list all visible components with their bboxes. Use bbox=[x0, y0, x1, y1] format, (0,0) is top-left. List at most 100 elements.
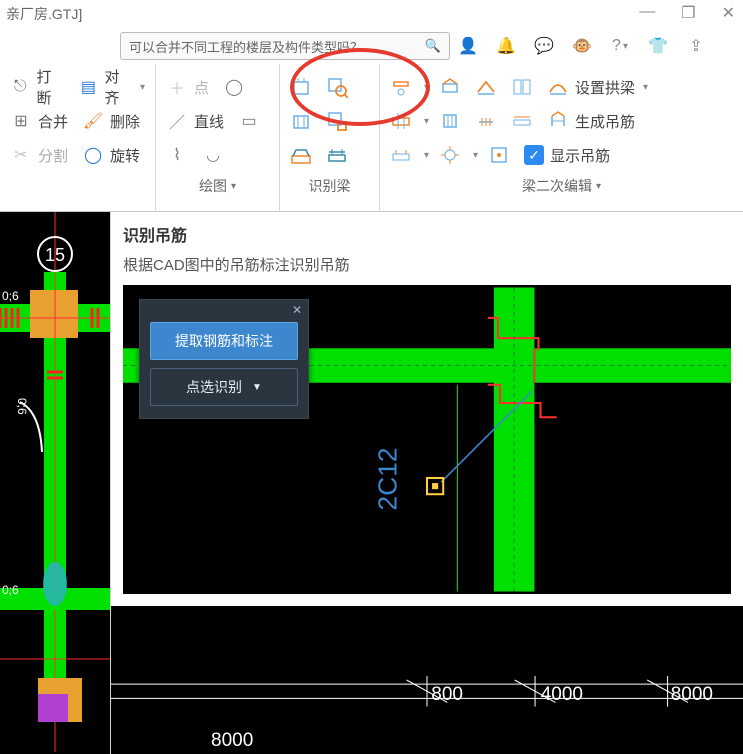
svg-text:2C12: 2C12 bbox=[373, 447, 403, 510]
title-bar: 亲厂房.GTJ] ― ❐ ✕ bbox=[0, 0, 743, 28]
ribbon-group-recognize-beam: 识别梁 bbox=[280, 64, 380, 211]
minimize-button[interactable]: ― bbox=[639, 3, 655, 23]
ribbon-group-draw: ＋ 点 ◯ ／ 直线 ▭ ⌇ ◡ 绘图▾ bbox=[156, 64, 280, 211]
dim-8000a: 8000 bbox=[671, 684, 713, 706]
gen-stirrup-label: 生成吊筋 bbox=[575, 111, 635, 132]
split-icon: ✂ bbox=[10, 144, 32, 166]
delete-label: 删除 bbox=[110, 111, 140, 132]
be-tool-6[interactable] bbox=[435, 106, 465, 136]
dim-4000: 4000 bbox=[541, 684, 583, 706]
export-icon[interactable]: ⇪ bbox=[686, 36, 706, 56]
rb-tool-5[interactable] bbox=[286, 140, 316, 170]
break-icon: ⎋ bbox=[10, 76, 30, 98]
rb-tool-4[interactable] bbox=[322, 106, 352, 136]
search-input[interactable]: 可以合并不同工程的楼层及构件类型吗？ 🔍 bbox=[120, 32, 450, 60]
bottom-cad-svg bbox=[111, 606, 743, 754]
filename-suffix: 亲厂房.GTJ] bbox=[6, 4, 82, 24]
restore-button[interactable]: ❐ bbox=[681, 3, 695, 23]
merge-button[interactable]: ⊞ 合并 bbox=[6, 108, 72, 134]
chat-icon[interactable]: 💬 bbox=[534, 36, 554, 56]
dim-8000b: 8000 bbox=[211, 730, 253, 752]
align-label: 对齐 bbox=[105, 66, 132, 108]
svg-text:0;6: 0;6 bbox=[15, 398, 29, 415]
merge-icon: ⊞ bbox=[10, 110, 32, 132]
be-tool-11[interactable] bbox=[484, 140, 514, 170]
user-icon[interactable]: 👤 bbox=[458, 36, 478, 56]
set-arch-button[interactable]: 设置拱梁▾ bbox=[543, 74, 652, 100]
arc-tool-button[interactable]: ◡ bbox=[198, 140, 228, 170]
point-recognize-button[interactable]: 点选识别 ▼ bbox=[150, 368, 298, 406]
be-tool-9[interactable] bbox=[386, 140, 416, 170]
gen-stirrup-button[interactable]: 生成吊筋 bbox=[543, 108, 639, 134]
svg-text:15: 15 bbox=[45, 245, 65, 265]
rb-tool-2[interactable] bbox=[322, 72, 352, 102]
group-modify-label bbox=[6, 172, 149, 198]
tooltip-title: 识别吊筋 bbox=[111, 212, 743, 248]
delete-icon: 🖌 bbox=[82, 110, 104, 132]
main-area: 15 0;6 0;6 0;6 识别吊筋 根据CAD图中的吊筋标注识别吊筋 bbox=[0, 212, 743, 754]
window-controls: ― ❐ ✕ bbox=[639, 3, 735, 23]
show-stirrup-checkbox[interactable]: ✓ bbox=[524, 145, 544, 165]
be-tool-7[interactable] bbox=[471, 106, 501, 136]
tooltip-cad-preview: 2C12 ✕ 提取钢筋和标注 点选识别 ▼ bbox=[123, 285, 731, 594]
group-recognize-label: 识别梁 bbox=[286, 172, 373, 202]
rotate-icon: ◯ bbox=[82, 144, 104, 166]
split-label: 分割 bbox=[38, 145, 68, 166]
ribbon-group-beam-edit: ▾ 设置拱梁▾ ▾ 生成吊筋 ▾ ▾ bbox=[380, 64, 743, 211]
search-row: 可以合并不同工程的楼层及构件类型吗？ 🔍 👤 🔔 💬 🐵 ?▾ 👕 ⇪ bbox=[0, 28, 743, 64]
rb-tool-3[interactable] bbox=[286, 106, 316, 136]
close-window-button[interactable]: ✕ bbox=[722, 3, 735, 23]
be-tool-2[interactable] bbox=[435, 72, 465, 102]
help-icon[interactable]: ?▾ bbox=[610, 36, 630, 56]
rect-tool-button[interactable]: ▭ bbox=[234, 106, 264, 136]
group-draw-label[interactable]: 绘图▾ bbox=[162, 172, 273, 202]
rb-tool-1[interactable] bbox=[286, 72, 316, 102]
point-recognize-label: 点选识别 bbox=[186, 377, 242, 397]
arch-icon bbox=[547, 76, 569, 98]
split-button[interactable]: ✂ 分割 bbox=[6, 142, 72, 168]
be-tool-1[interactable] bbox=[386, 72, 416, 102]
delete-button[interactable]: 🖌 删除 bbox=[78, 108, 144, 134]
tooltip-panel: 识别吊筋 根据CAD图中的吊筋标注识别吊筋 bbox=[110, 212, 743, 754]
be-tool-8[interactable] bbox=[507, 106, 537, 136]
chevron-down-icon: ▼ bbox=[252, 382, 262, 393]
show-stirrup-label: 显示吊筋 bbox=[550, 145, 610, 166]
break-label: 打断 bbox=[36, 66, 64, 108]
dim-800a: 800 bbox=[431, 684, 463, 706]
line-button[interactable]: ／ 直线 bbox=[162, 108, 228, 134]
bottom-cad-strip[interactable]: 800 4000 8000 8000 bbox=[111, 606, 743, 754]
show-stirrup-button[interactable]: ✓ 显示吊筋 bbox=[520, 143, 614, 168]
shirt-icon[interactable]: 👕 bbox=[648, 36, 668, 56]
be-tool-4[interactable] bbox=[507, 72, 537, 102]
search-icon: 🔍 bbox=[425, 38, 441, 54]
point-button[interactable]: ＋ 点 bbox=[162, 74, 213, 100]
merge-label: 合并 bbox=[38, 111, 68, 132]
be-tool-10[interactable] bbox=[435, 140, 465, 170]
preview-float-window[interactable]: ✕ 提取钢筋和标注 点选识别 ▼ bbox=[139, 299, 309, 419]
tooltip-description: 根据CAD图中的吊筋标注识别吊筋 bbox=[111, 248, 743, 285]
point-label: 点 bbox=[194, 77, 209, 98]
be-tool-5[interactable] bbox=[386, 106, 416, 136]
rotate-button[interactable]: ◯ 旋转 bbox=[78, 142, 144, 168]
group-beam-edit-label[interactable]: 梁二次编辑▾ bbox=[386, 172, 737, 202]
gen-stirrup-icon bbox=[547, 110, 569, 132]
search-placeholder: 可以合并不同工程的楼层及构件类型吗？ bbox=[129, 37, 363, 56]
svg-text:0;6: 0;6 bbox=[2, 289, 19, 303]
line-label: 直线 bbox=[194, 111, 224, 132]
ribbon: ⎋ 打断 ▤ 对齐▾ ⊞ 合并 🖌 删除 ✂ 分割 ◯ bbox=[0, 64, 743, 212]
left-cad-svg: 15 0;6 0;6 0;6 bbox=[0, 212, 110, 754]
ribbon-group-modify: ⎋ 打断 ▤ 对齐▾ ⊞ 合并 🖌 删除 ✂ 分割 ◯ bbox=[0, 64, 156, 211]
extract-rebar-button[interactable]: 提取钢筋和标注 bbox=[150, 322, 298, 360]
be-tool-3[interactable] bbox=[471, 72, 501, 102]
rb-tool-6[interactable] bbox=[322, 140, 352, 170]
svg-text:0;6: 0;6 bbox=[2, 583, 19, 597]
pet-icon[interactable]: 🐵 bbox=[572, 36, 592, 56]
bell-icon[interactable]: 🔔 bbox=[496, 36, 516, 56]
rotate-label: 旋转 bbox=[110, 145, 140, 166]
float-close-icon[interactable]: ✕ bbox=[292, 303, 302, 317]
circle-tool-button[interactable]: ◯ bbox=[219, 72, 249, 102]
left-cad-strip[interactable]: 15 0;6 0;6 0;6 bbox=[0, 212, 110, 754]
polyline-tool-button[interactable]: ⌇ bbox=[162, 140, 192, 170]
point-icon: ＋ bbox=[166, 76, 188, 98]
set-arch-label: 设置拱梁 bbox=[575, 77, 635, 98]
